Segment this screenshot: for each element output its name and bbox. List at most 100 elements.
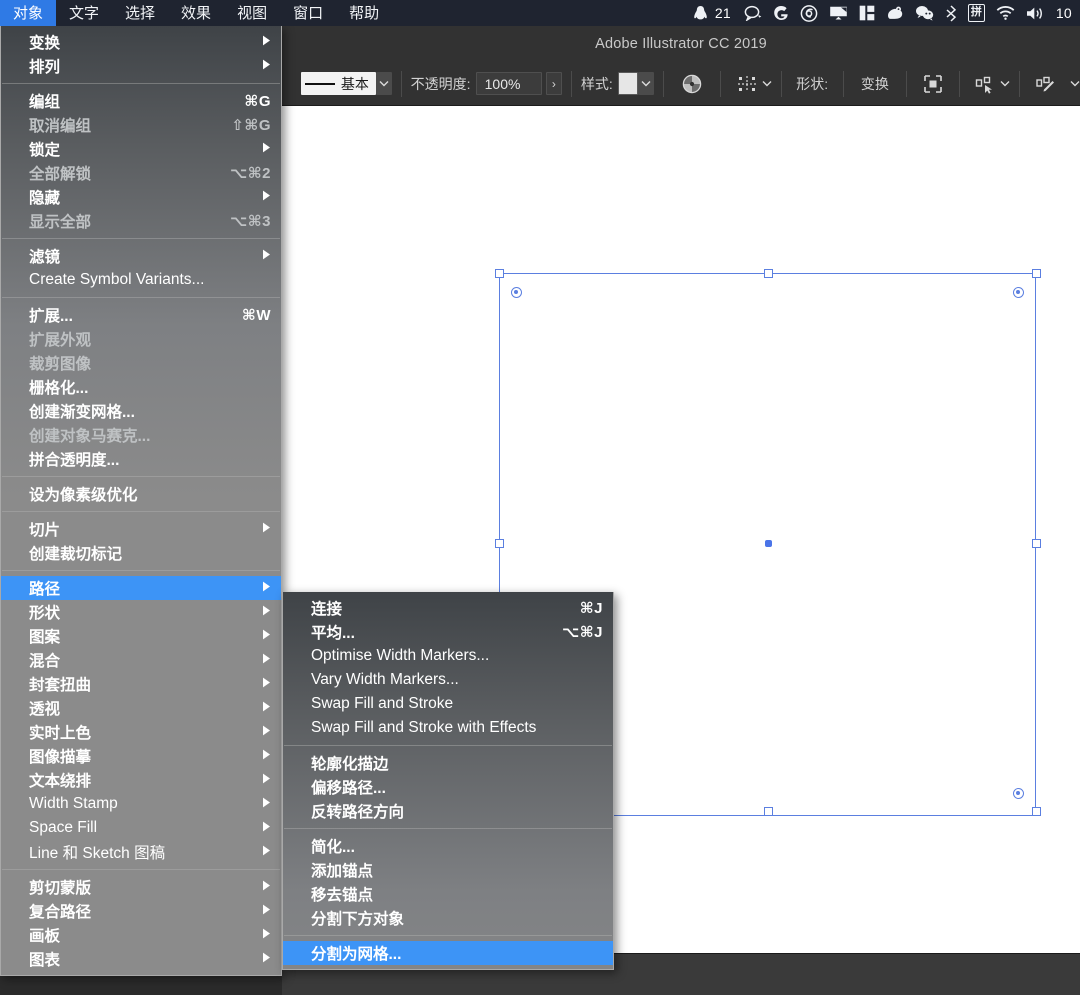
- menu-item-label: 分割下方对象: [311, 911, 405, 928]
- menu-item-label: 设为像素级优化: [29, 487, 138, 504]
- menu-item-实时上色[interactable]: 实时上色: [1, 720, 281, 744]
- chat-bubble-icon[interactable]: [744, 5, 762, 21]
- menu-item-创建渐变网格-[interactable]: 创建渐变网格...: [1, 399, 281, 423]
- menubar-item-5[interactable]: 窗口: [280, 0, 336, 26]
- menu-item-画板[interactable]: 画板: [1, 923, 281, 947]
- menu-item-变换[interactable]: 变换: [1, 30, 281, 54]
- menu-item-滤镜[interactable]: 滤镜: [1, 244, 281, 268]
- menu-item-简化-[interactable]: 简化...: [283, 834, 613, 858]
- menubar-item-1[interactable]: 文字: [56, 0, 112, 26]
- menu-item-连接[interactable]: 连接 ⌘J: [283, 596, 613, 620]
- menu-item-形状[interactable]: 形状: [1, 600, 281, 624]
- wifi-icon[interactable]: [996, 6, 1015, 20]
- corner-widget-top-right[interactable]: [1012, 286, 1024, 298]
- menu-item-分割为网格-[interactable]: 分割为网格...: [283, 941, 613, 965]
- menu-item-label: 切片: [29, 522, 61, 539]
- control-bar: 基本 不透明度: 100% › 样式: 形状: 变换: [282, 62, 1080, 106]
- menu-item-扩展-[interactable]: 扩展... ⌘W: [1, 303, 281, 327]
- menu-item-排列[interactable]: 排列: [1, 54, 281, 78]
- menu-item-添加锚点[interactable]: 添加锚点: [283, 858, 613, 882]
- menubar-item-3[interactable]: 效果: [168, 0, 224, 26]
- menu-item-创建裁切标记[interactable]: 创建裁切标记: [1, 541, 281, 565]
- handle-middle-right[interactable]: [1031, 538, 1041, 548]
- handle-middle-left[interactable]: [494, 538, 504, 548]
- menu-item-create-symbol-variants-[interactable]: Create Symbol Variants...: [1, 268, 281, 292]
- edit-toolbar-dropdown-button[interactable]: [1063, 80, 1080, 87]
- menu-item-label: 全部解锁: [29, 166, 92, 183]
- menu-item-路径[interactable]: 路径: [1, 576, 281, 600]
- opacity-input[interactable]: 100%: [475, 72, 542, 95]
- menu-item-label: 文本绕排: [29, 773, 92, 790]
- menubar-item-2[interactable]: 选择: [112, 0, 168, 26]
- opacity-options-button[interactable]: ›: [545, 72, 563, 95]
- creative-cloud-icon[interactable]: [800, 4, 818, 22]
- menu-item-设为像素级优化[interactable]: 设为像素级优化: [1, 482, 281, 506]
- baidu-netdisk-icon[interactable]: [886, 5, 904, 21]
- menu-item-编组[interactable]: 编组 ⌘G: [1, 89, 281, 113]
- graphic-style-dropdown-button[interactable]: [638, 72, 655, 95]
- menu-item-space-fill[interactable]: Space Fill: [1, 816, 281, 840]
- gitee-g-icon[interactable]: [773, 5, 789, 22]
- menubar-item-4[interactable]: 视图: [224, 0, 280, 26]
- menubar-item-6[interactable]: 帮助: [336, 0, 392, 26]
- select-similar-dropdown-button[interactable]: [1000, 80, 1010, 87]
- volume-icon[interactable]: [1026, 6, 1045, 21]
- handle-top-left[interactable]: [494, 268, 504, 278]
- menu-item-label: 拼合透明度...: [29, 452, 120, 469]
- menu-item-图像描摹[interactable]: 图像描摹: [1, 744, 281, 768]
- menu-item-图案[interactable]: 图案: [1, 624, 281, 648]
- transform-button[interactable]: 变换: [853, 71, 897, 97]
- ime-pinyin-icon[interactable]: 拼: [967, 4, 985, 22]
- menu-item-分割下方对象[interactable]: 分割下方对象: [283, 906, 613, 930]
- object-menu[interactable]: 变换 排列 编组 ⌘G 取消编组 ⇧⌘G 锁定 全部解锁 ⌥⌘2 隐藏 显示全部 ⌥⌘3 滤镜 Creat…: [0, 26, 282, 976]
- corner-widget-top-left[interactable]: [510, 286, 522, 298]
- graphic-style-swatch[interactable]: [617, 72, 639, 95]
- menu-item-剪切蒙版[interactable]: 剪切蒙版: [1, 875, 281, 899]
- menu-item-line-和-sketch-图稿[interactable]: Line 和 Sketch 图稿: [1, 840, 281, 864]
- corner-widget-bottom-right[interactable]: [1012, 787, 1024, 799]
- isolate-group-icon[interactable]: [916, 74, 950, 94]
- handle-top-center[interactable]: [763, 268, 773, 278]
- qq-penguin-icon[interactable]: [693, 5, 708, 22]
- menu-item-封套扭曲[interactable]: 封套扭曲: [1, 672, 281, 696]
- gradient-swatch-icon[interactable]: [673, 74, 711, 94]
- menu-item-混合[interactable]: 混合: [1, 648, 281, 672]
- menu-item-隐藏[interactable]: 隐藏: [1, 185, 281, 209]
- path-submenu[interactable]: 连接 ⌘J 平均... ⌥⌘J Optimise Width Markers... Var…: [282, 592, 614, 970]
- menu-item-optimise-width-markers-[interactable]: Optimise Width Markers...: [283, 644, 613, 668]
- airplay-display-icon[interactable]: [829, 5, 848, 21]
- menu-item-swap-fill-and-stroke-with-effects[interactable]: Swap Fill and Stroke with Effects: [283, 716, 613, 740]
- align-distribute-icon[interactable]: [730, 74, 762, 94]
- align-dropdown-button[interactable]: [762, 80, 772, 87]
- menu-item-vary-width-markers-[interactable]: Vary Width Markers...: [283, 668, 613, 692]
- menu-item-swap-fill-and-stroke[interactable]: Swap Fill and Stroke: [283, 692, 613, 716]
- menu-item-图表[interactable]: 图表: [1, 947, 281, 971]
- menu-item-复合路径[interactable]: 复合路径: [1, 899, 281, 923]
- wechat-icon[interactable]: [915, 5, 934, 21]
- menu-item-反转路径方向[interactable]: 反转路径方向: [283, 799, 613, 823]
- edit-toolbar-icon[interactable]: [1029, 74, 1063, 94]
- menubar-item-label: 效果: [181, 4, 212, 22]
- menu-item-锁定[interactable]: 锁定: [1, 137, 281, 161]
- menu-item-轮廓化描边[interactable]: 轮廓化描边: [283, 751, 613, 775]
- menu-item-切片[interactable]: 切片: [1, 517, 281, 541]
- menu-item-偏移路径-[interactable]: 偏移路径...: [283, 775, 613, 799]
- menu-item-移去锚点[interactable]: 移去锚点: [283, 882, 613, 906]
- split-panel-icon[interactable]: [859, 5, 875, 21]
- handle-bottom-right[interactable]: [1031, 806, 1041, 816]
- menu-item-拼合透明度-[interactable]: 拼合透明度...: [1, 447, 281, 471]
- menu-item-栅格化-[interactable]: 栅格化...: [1, 375, 281, 399]
- menu-item-透视[interactable]: 透视: [1, 696, 281, 720]
- menu-item-文本绕排[interactable]: 文本绕排: [1, 768, 281, 792]
- menu-item-平均-[interactable]: 平均... ⌥⌘J: [283, 620, 613, 644]
- clock-label: 10: [1055, 5, 1072, 21]
- stroke-profile-display[interactable]: 基本: [300, 72, 376, 95]
- menu-item-width-stamp[interactable]: Width Stamp: [1, 792, 281, 816]
- handle-top-right[interactable]: [1031, 268, 1041, 278]
- menubar-item-0[interactable]: 对象: [0, 0, 57, 26]
- select-similar-icon[interactable]: [968, 74, 1000, 94]
- bluetooth-icon[interactable]: [945, 4, 957, 22]
- selection-center-point: [764, 539, 772, 547]
- stroke-profile-dropdown-button[interactable]: [375, 72, 392, 95]
- handle-bottom-center[interactable]: [763, 806, 773, 816]
